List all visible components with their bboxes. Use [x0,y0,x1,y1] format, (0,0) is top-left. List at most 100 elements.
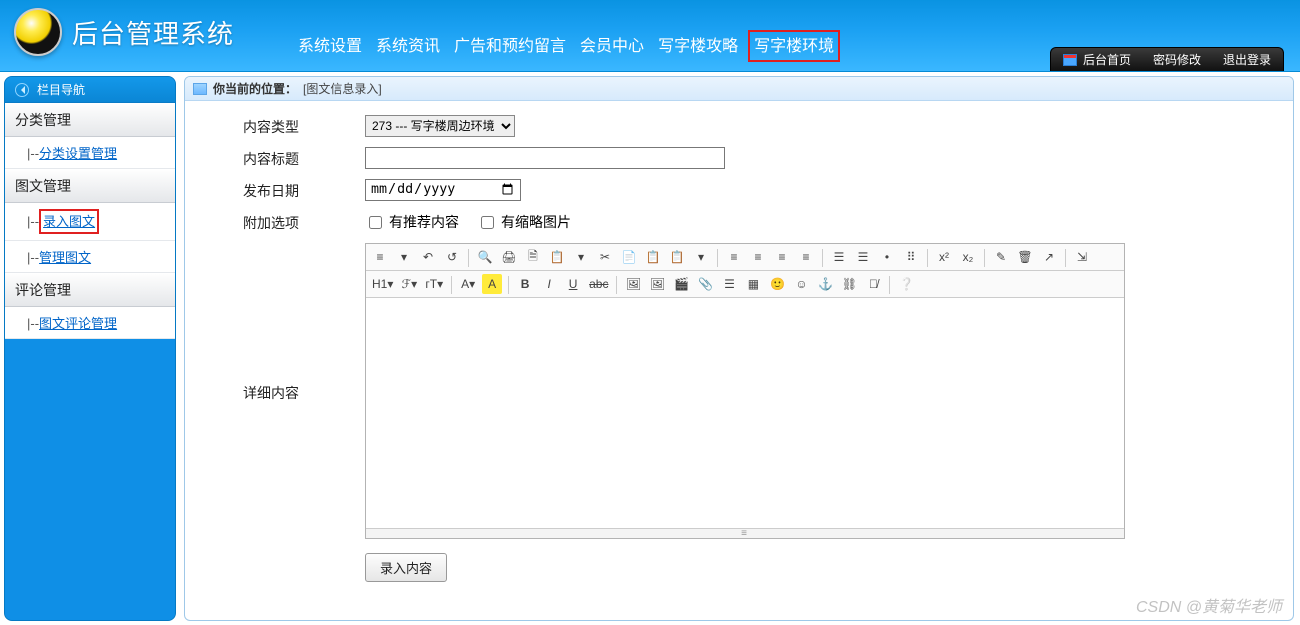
editor-tool-r2-14[interactable]: 🎬 [671,274,691,294]
top-password-link[interactable]: 密码修改 [1153,51,1201,68]
nav-ads-reserve[interactable]: 广告和预约留言 [454,32,566,58]
collapse-arrow-icon[interactable] [15,83,29,97]
editor-tool-r1-14[interactable]: ▾ [691,247,711,267]
editor-tool-r2-18[interactable]: 🙂 [767,274,787,294]
editor-tool-r1-7[interactable]: 🗎 [523,247,543,267]
editor-tool-r1-21[interactable]: ☰ [829,247,849,267]
input-publish-date[interactable] [365,179,521,201]
sidebar-item-input-content[interactable]: |--录入图文 [5,203,175,241]
editor-tool-r2-21[interactable]: ⛓ [839,274,859,294]
editor-tool-r2-16[interactable]: ☰ [719,274,739,294]
editor-tool-r2-17[interactable]: ▦ [743,274,763,294]
top-logout-link[interactable]: 退出登录 [1223,51,1271,68]
editor-tool-r2-24[interactable]: ❔ [896,274,916,294]
breadcrumb-location: [图文信息录入] [303,80,382,97]
editor-resizer[interactable]: ≡ [366,528,1124,538]
tree-prefix-icon: |-- [27,316,39,331]
breadcrumb: 你当前的位置： [图文信息录入] [185,77,1293,101]
toolbar-separator [984,249,985,267]
editor-tool-r2-10[interactable]: abc [587,274,610,294]
checkbox-recommend-input[interactable] [369,216,382,229]
editor-tool-r2-22[interactable]: ⛓̸ [863,274,883,294]
editor-tool-r1-29[interactable]: ✎ [991,247,1011,267]
editor-tool-r1-6[interactable]: 🖨 [499,247,519,267]
input-content-title[interactable] [365,147,725,169]
nav-system-news[interactable]: 系统资讯 [376,32,440,58]
top-right-bar: 后台首页 密码修改 退出登录 [1050,47,1284,71]
editor-toolbar-row1: ≡▾↶↺🔍🖨🗎📋▾✂📄📋📋▾≡≡≡≡☰☰•⠿x²x₂✎🗑↗⇲ [366,244,1124,271]
editor-tool-r1-9[interactable]: ▾ [571,247,591,267]
editor-tool-r1-5[interactable]: 🔍 [475,247,495,267]
toolbar-separator [889,276,890,294]
sidebar-group-content[interactable]: 图文管理 [5,169,175,203]
top-password-label: 密码修改 [1153,51,1201,68]
nav-system-settings[interactable]: 系统设置 [298,32,362,58]
editor-tool-r1-30[interactable]: 🗑 [1015,247,1035,267]
editor-tool-r1-24[interactable]: ⠿ [901,247,921,267]
row-detail: 详细内容 ≡▾↶↺🔍🖨🗎📋▾✂📄📋📋▾≡≡≡≡☰☰•⠿x²x₂✎🗑↗⇲ H1▾ℱ… [195,243,1283,582]
toolbar-separator [468,249,469,267]
select-content-type[interactable]: 273 --- 写字楼周边环境 [365,115,515,137]
editor-tool-r2-8[interactable]: I [539,274,559,294]
editor-tool-r1-2[interactable]: ↶ [418,247,438,267]
editor-tool-r2-4[interactable]: A▾ [458,274,478,294]
tree-prefix-icon: |-- [27,146,39,161]
top-home-link[interactable]: 后台首页 [1063,51,1131,68]
editor-tool-r1-22[interactable]: ☰ [853,247,873,267]
editor-tool-r1-19[interactable]: ≡ [796,247,816,267]
editor-tool-r1-33[interactable]: ⇲ [1072,247,1092,267]
editor-tool-r2-7[interactable]: B [515,274,535,294]
nav-office-tips[interactable]: 写字楼攻略 [658,32,738,58]
editor-tool-r2-20[interactable]: ⚓ [815,274,835,294]
sidebar-group-category[interactable]: 分类管理 [5,103,175,137]
editor-tool-r2-5[interactable]: A [482,274,502,294]
nav-member-center[interactable]: 会员中心 [580,32,644,58]
top-nav: 系统设置 系统资讯 广告和预约留言 会员中心 写字楼攻略 写字楼环境 [298,32,836,58]
editor-tool-r1-27[interactable]: x₂ [958,247,978,267]
nav-office-environment[interactable]: 写字楼环境 [748,30,840,62]
sidebar-group-comment[interactable]: 评论管理 [5,273,175,307]
editor-tool-r2-15[interactable]: 📎 [695,274,715,294]
editor-tool-r1-1[interactable]: ▾ [394,247,414,267]
editor-tool-r2-19[interactable]: ☺ [791,274,811,294]
editor-tool-r1-10[interactable]: ✂ [595,247,615,267]
editor-tool-r2-1[interactable]: ℱ▾ [399,274,419,294]
checkbox-thumbnail[interactable]: 有缩略图片 [477,212,571,232]
submit-button[interactable]: 录入内容 [365,553,447,582]
app-header: 后台管理系统 系统设置 系统资讯 广告和预约留言 会员中心 写字楼攻略 写字楼环… [0,0,1300,72]
editor-tool-r1-18[interactable]: ≡ [772,247,792,267]
checkbox-recommend[interactable]: 有推荐内容 [365,212,459,232]
toolbar-separator [616,276,617,294]
toolbar-separator [927,249,928,267]
sidebar-item-manage-content[interactable]: |--管理图文 [5,241,175,273]
sidebar-header: 栏目导航 [5,77,175,103]
label-extra-options: 附加选项 [195,211,365,233]
editor-tool-r1-13[interactable]: 📋 [667,247,687,267]
editor-toolbar-row2: H1▾ℱ▾гT▾A▾ABIUabc🖼🖼🎬📎☰▦🙂☺⚓⛓⛓̸❔ [366,271,1124,298]
editor-tool-r1-16[interactable]: ≡ [724,247,744,267]
editor-tool-r1-23[interactable]: • [877,247,897,267]
editor-tool-r2-2[interactable]: гT▾ [423,274,445,294]
main-panel: 你当前的位置： [图文信息录入] 内容类型 273 --- 写字楼周边环境 内容… [184,76,1294,621]
checkbox-thumbnail-input[interactable] [481,216,494,229]
editor-tool-r1-17[interactable]: ≡ [748,247,768,267]
editor-body[interactable] [366,298,1124,528]
sidebar-item-category-settings[interactable]: |--分类设置管理 [5,137,175,169]
editor-tool-r2-9[interactable]: U [563,274,583,294]
system-title: 后台管理系统 [72,14,234,51]
editor-tool-r1-31[interactable]: ↗ [1039,247,1059,267]
editor-tool-r1-11[interactable]: 📄 [619,247,639,267]
editor-tool-r1-26[interactable]: x² [934,247,954,267]
editor-tool-r1-8[interactable]: 📋 [547,247,567,267]
top-home-label: 后台首页 [1083,51,1131,68]
label-publish-date: 发布日期 [195,179,365,201]
editor-tool-r2-13[interactable]: 🖼 [647,274,667,294]
editor-tool-r1-0[interactable]: ≡ [370,247,390,267]
editor-tool-r2-12[interactable]: 🖼 [623,274,643,294]
toolbar-separator [451,276,452,294]
editor-tool-r1-12[interactable]: 📋 [643,247,663,267]
sidebar-item-comment-manage[interactable]: |--图文评论管理 [5,307,175,339]
label-detail: 详细内容 [195,243,365,403]
editor-tool-r2-0[interactable]: H1▾ [370,274,395,294]
editor-tool-r1-3[interactable]: ↺ [442,247,462,267]
